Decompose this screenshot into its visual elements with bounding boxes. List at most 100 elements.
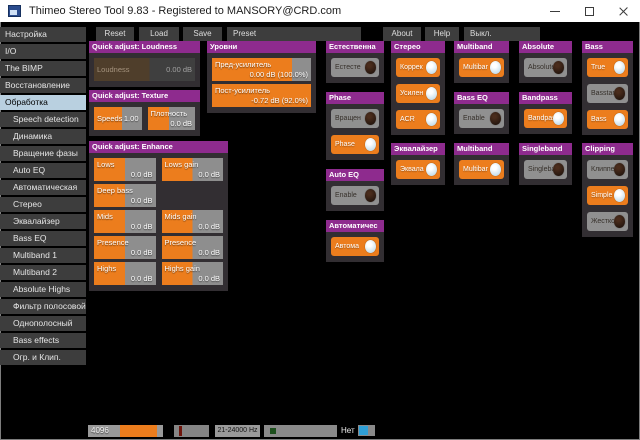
highs-slider[interactable]: Highs 0.0 dB: [94, 262, 156, 285]
latency-slider[interactable]: [174, 425, 209, 437]
help-button[interactable]: Help: [425, 27, 459, 41]
bass-toggle[interactable]: Bass: [587, 110, 628, 129]
toggle-label: Singleba: [528, 166, 553, 173]
sidebar-item-auto-eq[interactable]: Auto EQ: [0, 163, 86, 178]
absolute-toggle[interactable]: Absolute: [524, 58, 567, 77]
load-button[interactable]: Load: [139, 27, 179, 41]
пред-усилитель-slider[interactable]: Пред-усилитель 0.00 dB (100.0%): [212, 58, 311, 81]
slider-value: 0.0 dB: [130, 170, 153, 179]
sidebar-item-i-o[interactable]: I/O: [0, 44, 86, 59]
loudness-slider[interactable]: Loudness 0.00 dB: [94, 58, 195, 81]
preset-button[interactable]: Preset: [227, 27, 361, 41]
reset-button[interactable]: Reset: [96, 27, 134, 41]
sidebar-item-настройка[interactable]: Настройка: [0, 27, 86, 42]
frequency-range-display[interactable]: 21-24000 Hz: [215, 425, 260, 437]
усилен-toggle[interactable]: Усилен: [396, 84, 440, 103]
slider-label: Presence: [97, 238, 129, 247]
multibar-toggle[interactable]: Multibar: [459, 160, 504, 179]
sidebar-item-динамика[interactable]: Динамика: [0, 129, 86, 144]
slider-label: Пост-усилитель: [215, 86, 270, 95]
автома-toggle[interactable]: Автома: [331, 237, 379, 256]
sidebar-item-multiband-1[interactable]: Multiband 1: [0, 248, 86, 263]
panel-автоматичес: Автоматичес Автома: [326, 220, 384, 262]
none-toggle[interactable]: [358, 425, 375, 436]
about-button[interactable]: About: [383, 27, 421, 41]
sidebar-item-absolute-highs[interactable]: Absolute Highs: [0, 282, 86, 297]
sidebar-item-автоматическая[interactable]: Автоматическая: [0, 180, 86, 195]
singleba-toggle[interactable]: Singleba: [524, 160, 567, 179]
minimize-button[interactable]: [538, 0, 572, 22]
mids-gain-slider[interactable]: Mids gain 0.0 dB: [161, 210, 223, 233]
slider-label: Mids: [97, 212, 113, 221]
toggle-knob: [490, 112, 501, 125]
maximize-icon: [584, 6, 594, 16]
sidebar-item-восстановление[interactable]: Восстановление: [0, 78, 86, 93]
panel-column: Bass True Basstar Bass Clipping Клиппе Simple Ж…: [582, 41, 633, 237]
slider-label: Highs: [97, 264, 117, 273]
slider-label: Presence: [164, 238, 197, 247]
panel-title: Phase: [326, 92, 384, 104]
minimize-icon: [550, 10, 560, 12]
panel-body: True Basstar Bass: [582, 53, 633, 135]
simple-toggle[interactable]: Simple: [587, 186, 628, 205]
speeds-slider[interactable]: Speeds 1.00: [94, 107, 142, 130]
плотность-slider[interactable]: Плотность 0.0 dB: [147, 107, 195, 130]
deep-bass-slider[interactable]: Deep bass 0.0 dB: [94, 184, 156, 207]
lows-slider[interactable]: Lows 0.0 dB: [94, 158, 156, 181]
save-button[interactable]: Save: [183, 27, 222, 41]
multibar-toggle[interactable]: Multibar: [459, 58, 504, 77]
bandpass-toggle[interactable]: Bandpass: [524, 109, 567, 128]
power-off-button[interactable]: Выкл.: [464, 27, 540, 41]
жестко-toggle[interactable]: Жестко: [587, 212, 628, 231]
phase-toggle[interactable]: Phase: [331, 135, 379, 154]
toggle-label: Естесте: [335, 64, 361, 71]
эквала-toggle[interactable]: Эквала: [396, 160, 440, 179]
panel-body: Естесте: [326, 53, 384, 83]
panel-body: Коррек Усилен ACR: [391, 53, 445, 135]
basstar-toggle[interactable]: Basstar: [587, 84, 628, 103]
sidebar-item-фильтр-полосовой[interactable]: Фильтр полосовой: [0, 299, 86, 314]
sidebar-item-the-bimp[interactable]: The BIMP: [0, 61, 86, 76]
enable-toggle[interactable]: Enable: [459, 109, 504, 128]
вращен-toggle[interactable]: Вращен: [331, 109, 379, 128]
presence-slider[interactable]: Presence 0.0 dB: [94, 236, 156, 259]
slider-label: Mids gain: [164, 212, 197, 221]
slider-value: 0.0 dB: [130, 222, 153, 231]
panel-title: Multiband: [454, 41, 509, 53]
slider-value: 0.0 dB: [198, 248, 220, 257]
mids-slider[interactable]: Mids 0.0 dB: [94, 210, 156, 233]
fft-size-slider[interactable]: 4096: [88, 425, 163, 437]
sidebar-item-bass-effects[interactable]: Bass effects: [0, 333, 86, 348]
toggle-knob: [426, 113, 437, 126]
true-toggle[interactable]: True: [587, 58, 628, 77]
slider-label: Speeds: [97, 114, 123, 123]
lows-gain-slider[interactable]: Lows gain 0.0 dB: [161, 158, 223, 181]
panel-title: Quick adjust: Enhance: [89, 141, 228, 153]
slider-value: 0.0 dB: [130, 274, 153, 283]
acr-toggle[interactable]: ACR: [396, 110, 440, 129]
клиппе-toggle[interactable]: Клиппе: [587, 160, 628, 179]
sidebar-item-speech-detection[interactable]: Speech detection: [0, 112, 86, 127]
slider-value: -0.72 dB (92.0%): [251, 96, 308, 105]
close-icon: [618, 6, 629, 17]
sidebar-item-multiband-2[interactable]: Multiband 2: [0, 265, 86, 280]
toggle-label: Автома: [335, 243, 359, 250]
sidebar-item-вращение-фазы[interactable]: Вращение фазы: [0, 146, 86, 161]
пост-усилитель-slider[interactable]: Пост-усилитель -0.72 dB (92.0%): [212, 84, 311, 107]
level-meter-slider[interactable]: [264, 425, 337, 437]
maximize-button[interactable]: [572, 0, 606, 22]
sidebar-item-bass-eq[interactable]: Bass EQ: [0, 231, 86, 246]
sidebar-item-стерео[interactable]: Стерео: [0, 197, 86, 212]
close-button[interactable]: [606, 0, 640, 22]
presence-slider[interactable]: Presence 0.0 dB: [161, 236, 223, 259]
коррек-toggle[interactable]: Коррек: [396, 58, 440, 77]
sidebar-item-обработка[interactable]: Обработка: [0, 95, 86, 110]
естесте-toggle[interactable]: Естесте: [331, 58, 379, 77]
control-row: Speeds 1.00 Плотность 0.0 dB: [94, 107, 195, 130]
enable-toggle[interactable]: Enable: [331, 186, 379, 205]
sidebar-item-эквалайзер[interactable]: Эквалайзер: [0, 214, 86, 229]
toggle-label: Bandpass: [528, 115, 553, 122]
sidebar-item-огр-и-клип[interactable]: Огр. и Клип.: [0, 350, 86, 365]
sidebar-item-однополосный[interactable]: Однополосный: [0, 316, 86, 331]
highs-gain-slider[interactable]: Highs gain 0.0 dB: [161, 262, 223, 285]
